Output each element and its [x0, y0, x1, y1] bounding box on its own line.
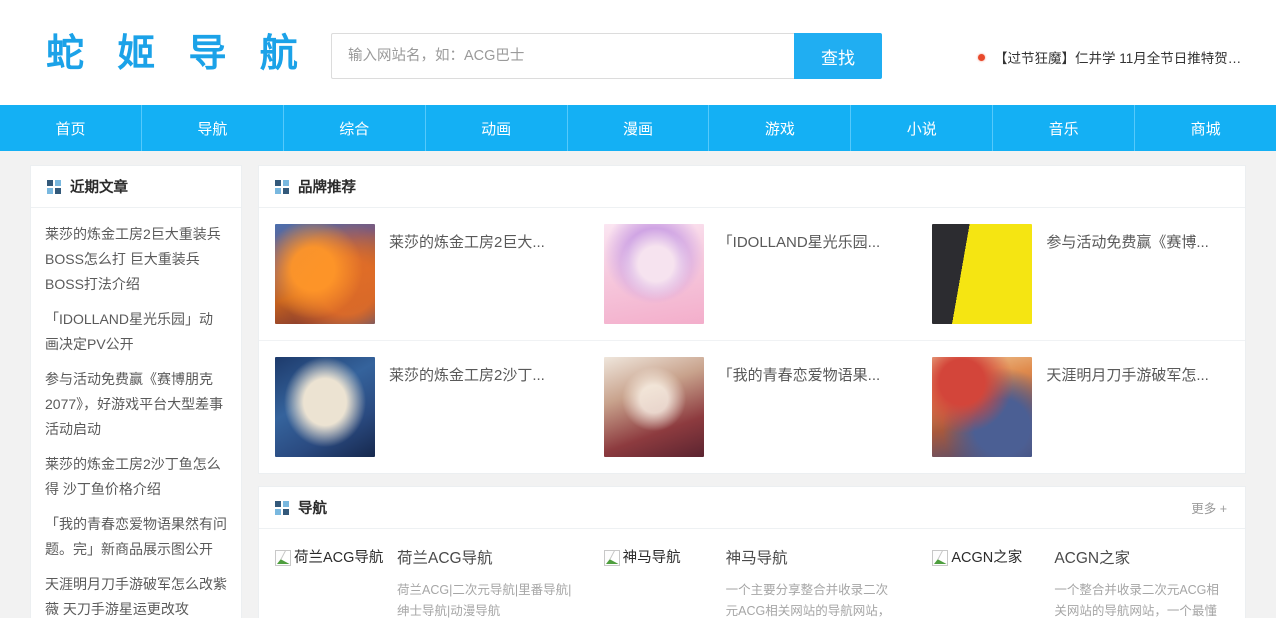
content-column: 品牌推荐 莱莎的炼金工房2巨大... 「IDOLLAND星光乐园... 参与活动… — [258, 165, 1246, 618]
site-logo[interactable]: 蛇 姬 导 航 — [46, 30, 308, 76]
brand-recommend-panel: 品牌推荐 莱莎的炼金工房2巨大... 「IDOLLAND星光乐园... 参与活动… — [258, 165, 1246, 474]
brand-card-title: 天涯明月刀手游破军怎... — [1046, 367, 1209, 384]
grid-icon — [275, 500, 289, 515]
navsite-body: ACGN之家 一个整合并收录二次元ACG相关网站的导航网站，一个最懂你、 — [1054, 547, 1229, 618]
search-button[interactable]: 查找 — [794, 33, 882, 79]
brand-card-title: 莱莎的炼金工房2沙丁... — [389, 367, 545, 384]
nav-item-yinyue[interactable]: 音乐 — [993, 105, 1136, 151]
page-body: 近期文章 莱莎的炼金工房2巨大重装兵BOSS怎么打 巨大重装兵BOSS打法介绍 … — [0, 151, 1276, 618]
navsite-broken-image: 荷兰ACG导航 — [275, 547, 385, 570]
list-item[interactable]: 莱莎的炼金工房2沙丁鱼怎么得 沙丁鱼价格介绍 — [45, 447, 227, 507]
navsite-description: 荷兰ACG|二次元导航|里番导航|绅士导航|动漫导航 — [397, 583, 572, 618]
navsite-image-alt: 荷兰ACG导航 — [294, 550, 384, 566]
brand-thumbnail — [603, 357, 704, 457]
announcement[interactable]: 【过节狂魔】仁井学 11月全节日推特贺… — [978, 47, 1241, 67]
broken-image-icon — [603, 550, 620, 566]
brand-thumbnail — [275, 357, 375, 457]
navsites-row: 荷兰ACG导航 荷兰ACG导航 荷兰ACG|二次元导航|里番导航|绅士导航|动漫… — [259, 529, 1245, 618]
brand-thumbnail — [275, 224, 375, 324]
nav-item-shangcheng[interactable]: 商城 — [1135, 105, 1276, 151]
brand-thumbnail — [932, 224, 1033, 324]
brand-card[interactable]: 莱莎的炼金工房2沙丁... — [259, 341, 588, 473]
navsite-name: 神马导航 — [725, 550, 788, 567]
brand-recommend-header: 品牌推荐 — [259, 166, 1245, 208]
navsite-image-alt: ACGN之家 — [951, 550, 1023, 566]
list-item[interactable]: 参与活动免费赢《赛博朋克2077》，好游戏平台大型差事活动启动 — [45, 362, 227, 447]
nav-item-youxi[interactable]: 游戏 — [709, 105, 852, 151]
brand-card[interactable]: 「IDOLLAND星光乐园... — [588, 208, 917, 340]
recent-articles-title: 近期文章 — [70, 180, 128, 196]
grid-icon — [275, 179, 289, 194]
sidebar: 近期文章 莱莎的炼金工房2巨大重装兵BOSS怎么打 巨大重装兵BOSS打法介绍 … — [30, 165, 242, 618]
navsites-title: 导航 — [298, 501, 327, 517]
brand-card[interactable]: 参与活动免费赢《赛博... — [916, 208, 1245, 340]
search-input[interactable] — [331, 33, 794, 79]
navsite-description: 一个主要分享整合并收录二次元ACG相关网站的导航网站，一个 — [725, 583, 891, 618]
brand-card-title: 参与活动免费赢《赛博... — [1046, 234, 1209, 251]
navsite-item[interactable]: ACGN之家 ACGN之家 一个整合并收录二次元ACG相关网站的导航网站，一个最… — [916, 529, 1245, 618]
brand-card[interactable]: 莱莎的炼金工房2巨大... — [259, 208, 588, 340]
main-navigation: 首页 导航 综合 动画 漫画 游戏 小说 音乐 商城 — [0, 105, 1276, 151]
navsite-name: ACGN之家 — [1054, 550, 1131, 567]
navsite-image-alt: 神马导航 — [622, 550, 681, 566]
navsite-body: 神马导航 一个主要分享整合并收录二次元ACG相关网站的导航网站，一个 — [726, 547, 901, 618]
brand-card-row: 莱莎的炼金工房2沙丁... 「我的青春恋爱物语果... 天涯明月刀手游破军怎..… — [259, 341, 1245, 473]
navsite-description: 一个整合并收录二次元ACG相关网站的导航网站，一个最懂你、 — [1054, 583, 1219, 618]
announcement-dot-icon — [978, 53, 985, 61]
brand-card-row: 莱莎的炼金工房2巨大... 「IDOLLAND星光乐园... 参与活动免费赢《赛… — [259, 208, 1245, 341]
navsite-name: 荷兰ACG导航 — [397, 550, 493, 567]
navsite-item[interactable]: 神马导航 神马导航 一个主要分享整合并收录二次元ACG相关网站的导航网站，一个 — [588, 529, 917, 618]
nav-item-donghua[interactable]: 动画 — [426, 105, 568, 151]
navsites-header: 导航 更多 + — [259, 487, 1245, 529]
broken-image-icon — [275, 550, 291, 566]
brand-thumbnail — [603, 224, 704, 324]
grid-icon — [47, 179, 61, 194]
brand-recommend-title: 品牌推荐 — [298, 180, 356, 196]
list-item[interactable]: 莱莎的炼金工房2巨大重装兵BOSS怎么打 巨大重装兵BOSS打法介绍 — [45, 217, 227, 302]
brand-card-title: 莱莎的炼金工房2巨大... — [389, 234, 545, 251]
broken-image-icon — [932, 550, 949, 566]
nav-item-daohang[interactable]: 导航 — [142, 105, 284, 151]
list-item[interactable]: 天涯明月刀手游破军怎么改紫薇 天刀手游星运更改攻 — [45, 567, 227, 618]
brand-card[interactable]: 「我的青春恋爱物语果... — [588, 341, 917, 473]
nav-item-xiaoshuo[interactable]: 小说 — [851, 105, 994, 151]
recent-articles-header: 近期文章 — [31, 166, 241, 208]
search-bar: 查找 — [331, 33, 882, 79]
list-item[interactable]: 「IDOLLAND星光乐园」动画决定PV公开 — [45, 302, 227, 362]
navsite-broken-image: 神马导航 — [603, 547, 714, 570]
brand-card-title: 「IDOLLAND星光乐园... — [717, 234, 881, 251]
recent-articles-list: 莱莎的炼金工房2巨大重装兵BOSS怎么打 巨大重装兵BOSS打法介绍 「IDOL… — [31, 208, 241, 618]
announcement-text[interactable]: 【过节狂魔】仁井学 11月全节日推特贺… — [994, 47, 1241, 67]
brand-card[interactable]: 天涯明月刀手游破军怎... — [916, 341, 1245, 473]
navsites-panel: 导航 更多 + 荷兰ACG导航 荷兰ACG导航 荷兰ACG|二次元导航|里番导航… — [258, 486, 1246, 618]
navsite-broken-image: ACGN之家 — [932, 547, 1042, 570]
brand-card-title: 「我的青春恋爱物语果... — [717, 367, 881, 384]
nav-item-home[interactable]: 首页 — [0, 105, 142, 151]
navsite-item[interactable]: 荷兰ACG导航 荷兰ACG导航 荷兰ACG|二次元导航|里番导航|绅士导航|动漫… — [259, 529, 588, 618]
navsites-more-link[interactable]: 更多 + — [1191, 498, 1227, 517]
list-item[interactable]: 「我的青春恋爱物语果然有问题。完」新商品展示图公开 — [45, 507, 227, 567]
brand-thumbnail — [932, 357, 1033, 457]
nav-item-manhua[interactable]: 漫画 — [568, 105, 710, 151]
recent-articles-panel: 近期文章 莱莎的炼金工房2巨大重装兵BOSS怎么打 巨大重装兵BOSS打法介绍 … — [30, 165, 242, 618]
nav-item-zonghe[interactable]: 综合 — [284, 105, 426, 151]
site-header: 蛇 姬 导 航 查找 【过节狂魔】仁井学 11月全节日推特贺… — [0, 0, 1276, 105]
navsite-body: 荷兰ACG导航 荷兰ACG|二次元导航|里番导航|绅士导航|动漫导航 — [397, 547, 572, 618]
